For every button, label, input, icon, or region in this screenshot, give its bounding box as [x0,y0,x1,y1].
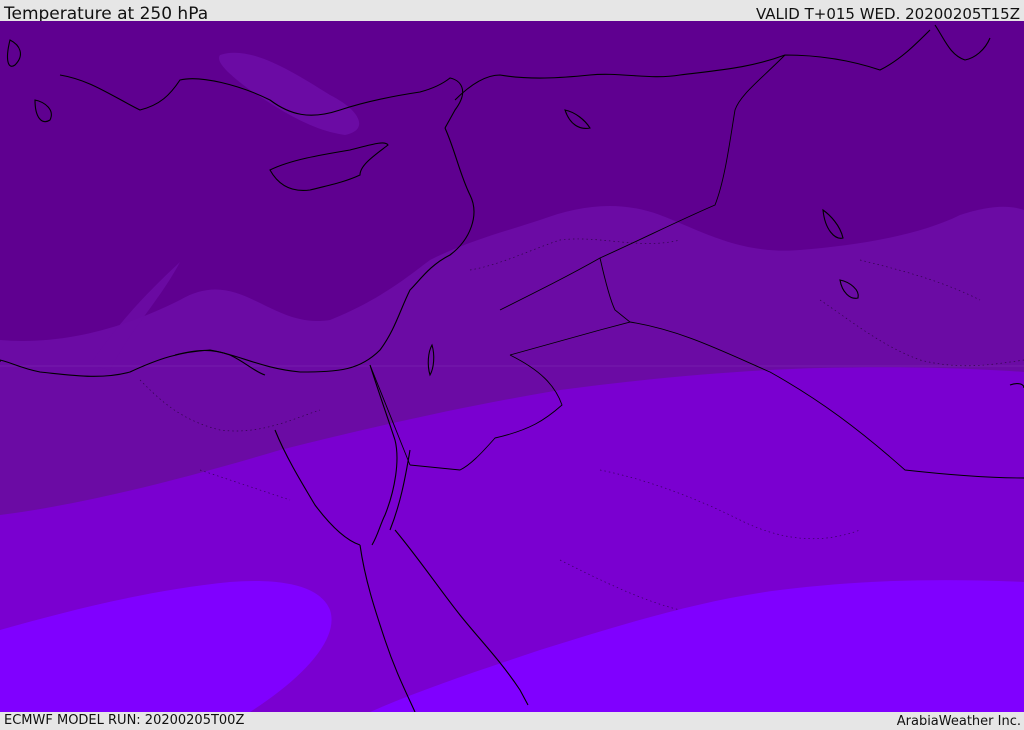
model-run: ECMWF MODEL RUN: 20200205T00Z [4,713,245,728]
header-bar: Temperature at 250 hPa VALID T+015 WED. … [0,0,1024,24]
temperature-map [0,21,1024,712]
footer-bar: ECMWF MODEL RUN: 20200205T00Z ArabiaWeat… [0,712,1024,729]
credit: ArabiaWeather Inc. [896,714,1021,729]
